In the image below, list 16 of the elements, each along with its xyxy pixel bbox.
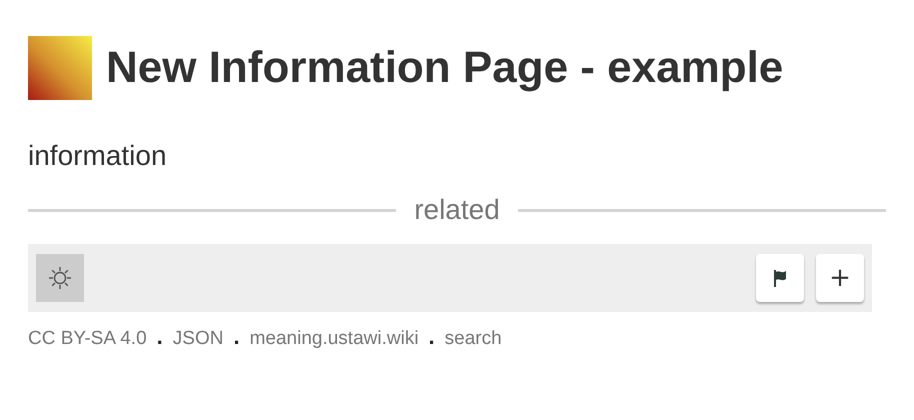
footer-link[interactable]: meaning.ustawi.wiki (250, 328, 419, 350)
flag-button[interactable] (756, 254, 804, 302)
flag-icon (771, 269, 789, 287)
separator-dot: . (428, 324, 435, 350)
footer-link[interactable]: CC BY-SA 4.0 (28, 328, 147, 350)
section-heading: related (414, 194, 500, 226)
footer-link[interactable]: JSON (172, 328, 224, 350)
page-title: New Information Page - example (106, 43, 784, 93)
theme-toggle-button[interactable] (36, 254, 84, 302)
body-text: information (28, 140, 168, 172)
separator-dot: . (156, 324, 163, 350)
logo-icon (28, 36, 92, 100)
separator-dot: . (233, 324, 240, 350)
sun-icon (48, 266, 72, 290)
add-button[interactable]: + (816, 254, 864, 302)
footer-link[interactable]: search (444, 328, 502, 350)
